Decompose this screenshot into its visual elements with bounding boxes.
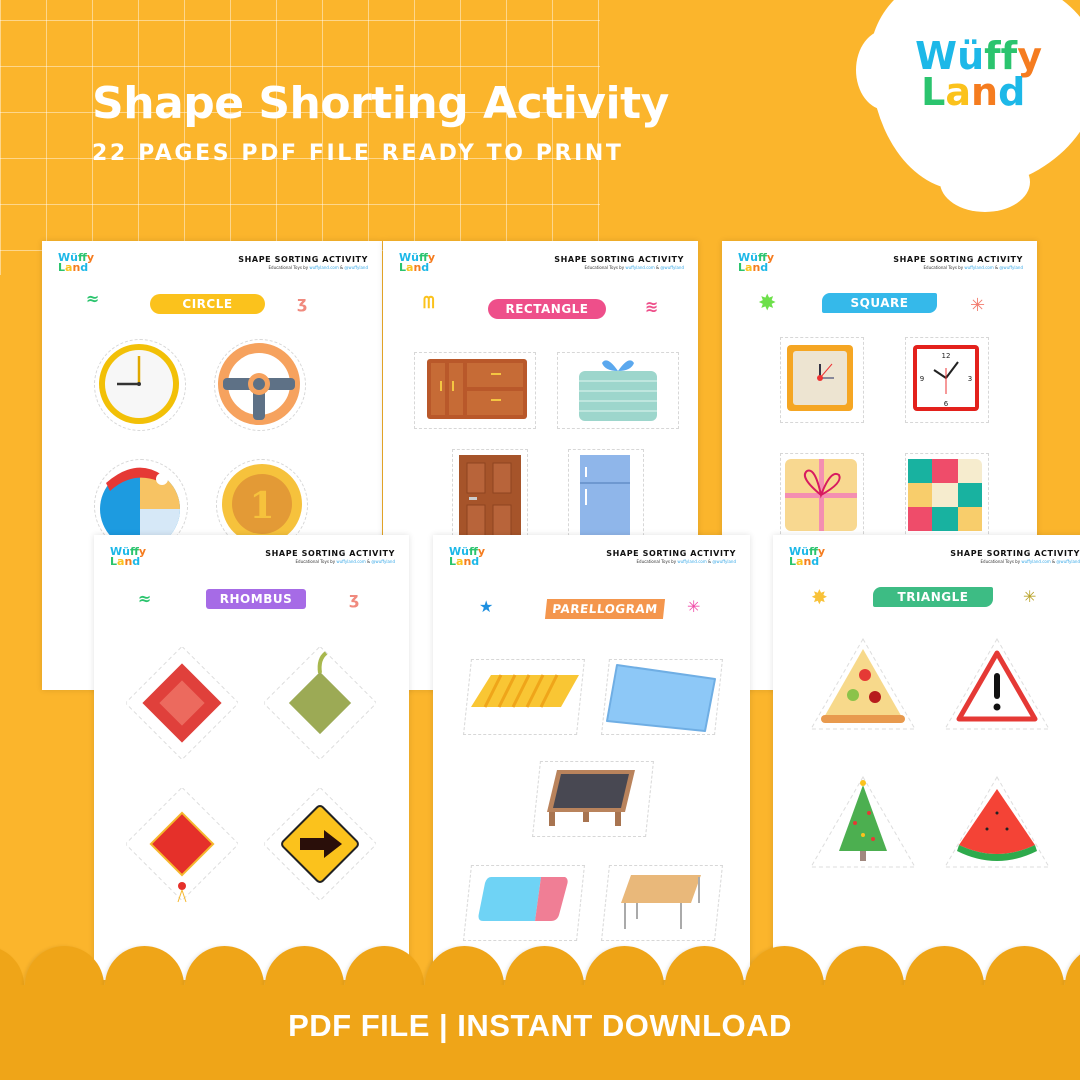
gem-icon: [126, 647, 238, 759]
svg-text:3: 3: [968, 375, 972, 383]
mini-logo: Wüffy Land: [738, 251, 775, 275]
svg-text:9: 9: [920, 375, 924, 383]
squiggle-icon: ≈: [86, 289, 100, 308]
squiggle-icon: ≋: [645, 297, 659, 316]
mat-icon: [471, 674, 579, 708]
svg-text:6: 6: [944, 400, 949, 408]
svg-text:12: 12: [942, 352, 951, 360]
eraser-icon: [478, 877, 568, 921]
logo-line-1: Wüffy: [915, 34, 1042, 78]
swirl-icon: ʒ: [297, 293, 308, 312]
mini-logo: Wüffy Land: [58, 251, 95, 275]
footer-text: PDF FILE | INSTANT DOWNLOAD: [288, 1008, 792, 1043]
svg-text:1: 1: [249, 485, 274, 527]
page-title: Shape Shorting Activity: [92, 78, 669, 129]
logo-line-2: Land: [921, 70, 1026, 115]
coin-icon: 1: [222, 464, 302, 544]
shape-label-ribbon: RECTANGLE: [488, 299, 606, 319]
squiggle-icon: ≈: [138, 589, 152, 608]
page-header: SHAPE SORTING ACTIVITY Educational Toys b…: [554, 255, 684, 270]
splat-icon: ✸: [758, 291, 777, 316]
watermelon-icon: [944, 776, 1050, 868]
page-header: SHAPE SORTING ACTIVITY Educational Toys b…: [238, 255, 368, 270]
asterisk-icon: ✳: [970, 295, 986, 316]
road-sign-icon: [264, 788, 376, 900]
shape-label-ribbon: TRIANGLE: [873, 587, 993, 607]
shape-label-ribbon: RHOMBUS: [206, 589, 306, 609]
gift-icon: [785, 459, 857, 531]
steering-wheel-icon: [218, 343, 300, 425]
swirl-icon: ʒ: [349, 589, 360, 608]
table-icon: [621, 875, 701, 929]
pillow-icon: [606, 664, 716, 732]
clock-icon: [99, 344, 179, 424]
mini-logo: Wüffy Land: [110, 545, 147, 569]
page-header: SHAPE SORTING ACTIVITY Educational Toys b…: [606, 549, 736, 564]
warning-sign-icon: [944, 638, 1050, 730]
puzzle-icon: [908, 459, 982, 531]
shape-label-ribbon: PARELLOGRAM: [544, 599, 666, 619]
asterisk-icon: ✳: [1023, 587, 1037, 606]
chalkboard-icon: [547, 770, 635, 826]
page-subtitle: 22 PAGES PDF FILE READY TO PRINT: [92, 141, 624, 166]
shape-label-ribbon: SQUARE: [822, 293, 937, 313]
page-header: SHAPE SORTING ACTIVITY Educational Toys b…: [950, 549, 1080, 564]
page-preview-rhombus: Wüffy Land SHAPE SORTING ACTIVITY Educatio…: [94, 535, 409, 980]
cabinet-icon: [427, 359, 527, 419]
lantern-icon: [126, 788, 238, 903]
asterisk-icon: ✳: [687, 597, 701, 616]
splat-icon: ✸: [811, 585, 828, 609]
squiggle-icon: ᗰ: [423, 293, 435, 312]
christmas-tree-icon: [810, 776, 916, 868]
star-icon: ★: [479, 597, 494, 616]
mini-logo: Wüffy Land: [399, 251, 436, 275]
mini-logo: Wüffy Land: [789, 545, 826, 569]
shape-label-ribbon: CIRCLE: [150, 294, 265, 314]
fridge-icon: [580, 455, 630, 545]
door-icon: [459, 455, 521, 545]
wall-clock-icon: 12 3 6 9: [913, 345, 979, 411]
square-clock-icon: [787, 345, 853, 411]
page-header: SHAPE SORTING ACTIVITY Educational Toys b…: [893, 255, 1023, 270]
page-preview-parallelogram: Wüffy Land SHAPE SORTING ACTIVITY Educatio…: [433, 535, 750, 980]
pizza-icon: [810, 638, 916, 730]
page-header: SHAPE SORTING ACTIVITY Educational Toys b…: [265, 549, 395, 564]
mini-logo: Wüffy Land: [449, 545, 486, 569]
ketupat-icon: [264, 647, 376, 759]
brand-logo: Wüffy Land: [915, 34, 1042, 115]
background-grid: [0, 0, 600, 275]
gift-box-icon: [579, 360, 657, 421]
page-preview-triangle: Wüffy Land SHAPE SORTING ACTIVITY Educatio…: [773, 535, 1080, 980]
